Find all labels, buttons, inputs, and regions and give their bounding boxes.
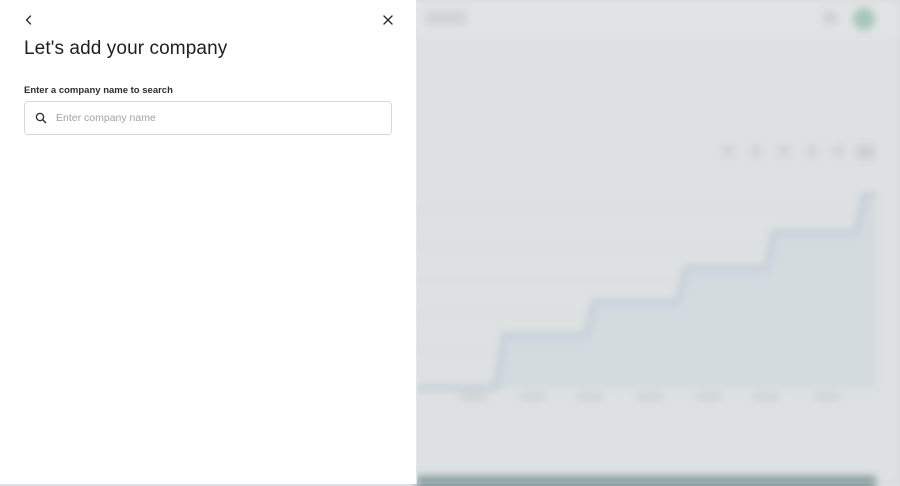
close-button[interactable] [377,9,399,31]
add-company-panel: Let's add your company Enter a company n… [0,0,417,484]
back-button[interactable] [18,9,40,31]
company-search-label: Enter a company name to search [24,85,173,96]
close-icon [383,15,393,25]
company-search-box[interactable] [24,101,392,135]
panel-title: Let's add your company [24,38,228,59]
chevron-left-icon [25,15,32,25]
search-icon [26,112,56,124]
company-search-input[interactable] [56,102,376,134]
modal-backdrop[interactable] [416,0,900,484]
